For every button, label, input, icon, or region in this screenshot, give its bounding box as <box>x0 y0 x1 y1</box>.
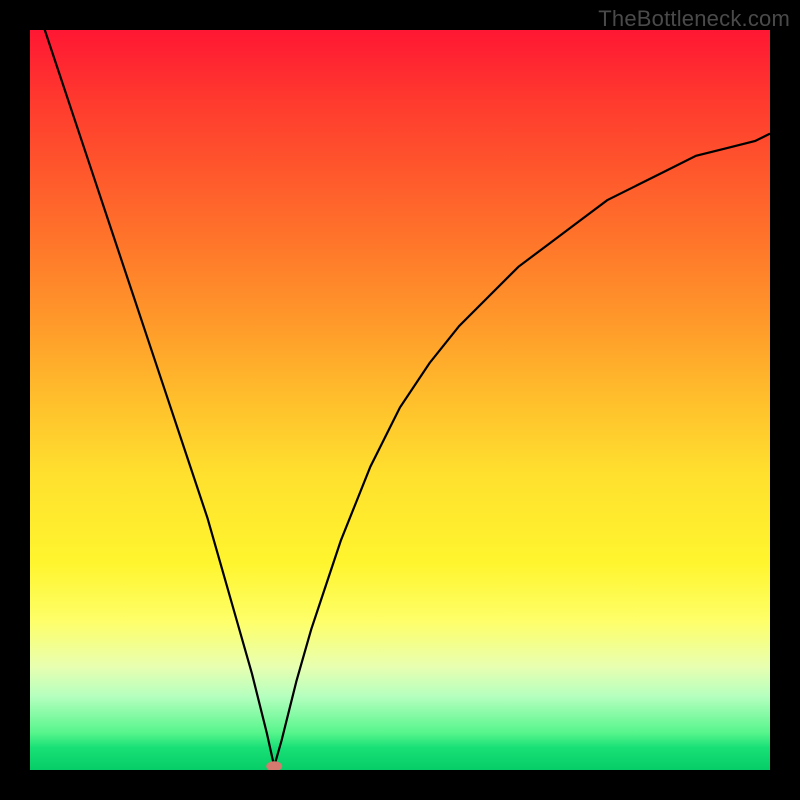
min-point-marker <box>266 761 282 770</box>
plot-svg <box>30 30 770 770</box>
watermark-text: TheBottleneck.com <box>598 6 790 32</box>
plot-area <box>30 30 770 770</box>
chart-frame: TheBottleneck.com <box>0 0 800 800</box>
bottleneck-curve <box>30 30 770 766</box>
